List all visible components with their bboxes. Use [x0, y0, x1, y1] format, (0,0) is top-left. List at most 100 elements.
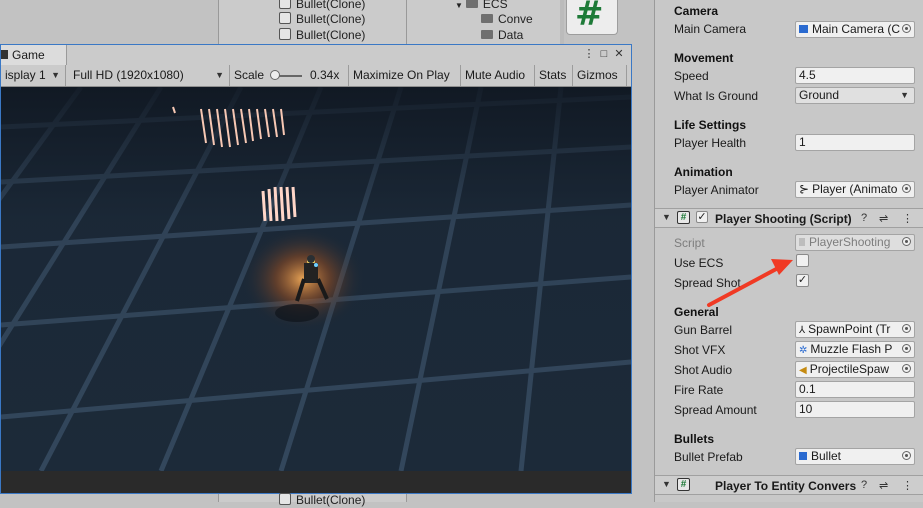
- camera-icon: [799, 25, 808, 33]
- object-picker-icon[interactable]: [902, 24, 911, 33]
- particle-system-icon: ✲: [799, 345, 808, 356]
- preset-icon[interactable]: ⇌: [879, 479, 888, 492]
- object-picker-icon[interactable]: [902, 364, 911, 373]
- player-health-label: Player Health: [674, 136, 747, 150]
- audio-source-icon: ◀: [799, 365, 807, 376]
- gameobject-icon: [279, 28, 291, 40]
- inspector-panel: Camera Main Camera Main Camera (C Moveme…: [654, 0, 923, 502]
- script-field: PlayerShooting: [795, 234, 915, 251]
- foldout-arrow-icon[interactable]: ▼: [662, 479, 671, 489]
- game-toolbar: isplay 1 ▼ Full HD (1920x1080) ▼ Scale 0.3…: [1, 65, 631, 87]
- help-icon[interactable]: ?: [861, 479, 867, 491]
- component-enabled-checkbox[interactable]: ✓: [696, 211, 708, 223]
- resolution-dropdown[interactable]: Full HD (1920x1080) ▼: [66, 65, 230, 86]
- script-label: Script: [674, 236, 705, 250]
- game-footer: [1, 471, 631, 493]
- scale-slider-handle[interactable]: [270, 70, 280, 80]
- shot-audio-label: Shot Audio: [674, 363, 733, 377]
- camera-header: Camera: [674, 4, 719, 18]
- tab-game[interactable]: Game: [1, 45, 67, 66]
- script-asset-icon: [799, 238, 805, 246]
- maximize-on-play-toggle[interactable]: Maximize On Play: [349, 65, 461, 86]
- player-health-field[interactable]: 1: [795, 134, 915, 151]
- gameobject-icon: [279, 493, 291, 505]
- project-folder[interactable]: Conve: [481, 11, 533, 27]
- game-view-icon: [1, 50, 8, 59]
- project-scrollbar[interactable]: [560, 0, 564, 44]
- scale-control[interactable]: Scale 0.34x: [230, 65, 349, 86]
- csharp-script-icon[interactable]: #: [566, 0, 618, 35]
- foldout-arrow-icon[interactable]: ▼: [662, 212, 671, 222]
- context-menu-icon[interactable]: ⋮: [902, 212, 913, 225]
- editor-background: [0, 0, 218, 44]
- game-tab-bar: Game ⋮ □ ✕: [1, 45, 631, 66]
- player-animator-field[interactable]: ⊱ Player (Animato: [795, 181, 915, 198]
- script-component-icon: #: [677, 478, 690, 491]
- project-folder[interactable]: Data: [481, 27, 523, 43]
- chevron-down-icon: ▼: [51, 70, 60, 80]
- fire-rate-field[interactable]: 0.1: [795, 381, 915, 398]
- speed-field[interactable]: 4.5: [795, 67, 915, 84]
- maximize-icon[interactable]: □: [598, 48, 610, 60]
- main-camera-label: Main Camera: [674, 22, 747, 36]
- close-icon[interactable]: ✕: [613, 48, 625, 60]
- use-ecs-checkbox[interactable]: [796, 254, 809, 267]
- game-viewport[interactable]: [1, 87, 631, 471]
- fire-rate-label: Fire Rate: [674, 383, 724, 397]
- hierarchy-item[interactable]: Bullet(Clone): [279, 492, 365, 508]
- gun-barrel-field[interactable]: ⅄ SpawnPoint (Tr: [795, 321, 915, 338]
- what-is-ground-label: What Is Ground: [674, 89, 759, 103]
- movement-header: Movement: [674, 51, 734, 65]
- animation-header: Animation: [674, 165, 733, 179]
- animator-icon: ⊱: [799, 182, 810, 196]
- shot-vfx-field[interactable]: ✲ Muzzle Flash P: [795, 341, 915, 358]
- game-window: Game ⋮ □ ✕ isplay 1 ▼ Full HD (1920x1080)…: [0, 44, 632, 494]
- scene-render: [1, 87, 631, 471]
- object-picker-icon: [902, 237, 911, 246]
- help-icon[interactable]: ?: [861, 212, 867, 224]
- player-animator-label: Player Animator: [674, 183, 759, 197]
- object-picker-icon[interactable]: [902, 451, 911, 460]
- mute-audio-toggle[interactable]: Mute Audio: [461, 65, 535, 86]
- hierarchy-item[interactable]: Bullet(Clone): [279, 27, 365, 43]
- folder-icon: [481, 14, 493, 23]
- script-component-icon: #: [677, 211, 690, 224]
- gizmos-toggle[interactable]: Gizmos: [573, 65, 627, 86]
- preset-icon[interactable]: ⇌: [879, 212, 888, 225]
- player-to-entity-component-header[interactable]: ▼ # Player To Entity Convers ? ⇌ ⋮: [655, 475, 923, 495]
- what-is-ground-dropdown[interactable]: Ground ▼: [795, 87, 915, 104]
- chevron-down-icon: ▼: [900, 90, 909, 100]
- object-picker-icon[interactable]: [902, 184, 911, 193]
- general-header: General: [674, 305, 719, 319]
- spread-shot-label: Spread Shot: [674, 276, 741, 290]
- hierarchy-item[interactable]: Bullet(Clone): [279, 11, 365, 27]
- object-picker-icon[interactable]: [902, 344, 911, 353]
- folder-icon: [465, 0, 478, 8]
- bullets-header: Bullets: [674, 432, 715, 446]
- player-shadow: [275, 304, 319, 322]
- shot-audio-field[interactable]: ◀ ProjectileSpaw: [795, 361, 915, 378]
- spread-amount-field[interactable]: 10: [795, 401, 915, 418]
- hierarchy-panel: Bullet(Clone) Bullet(Clone) Bullet(Clone…: [218, 0, 407, 44]
- display-dropdown[interactable]: isplay 1 ▼: [1, 65, 66, 86]
- expand-arrow-icon[interactable]: ▼: [455, 1, 463, 10]
- hierarchy-panel-bottom: Bullet(Clone): [218, 493, 407, 507]
- bullet-prefab-field[interactable]: Bullet: [795, 448, 915, 465]
- speed-label: Speed: [674, 69, 709, 83]
- context-menu-icon[interactable]: ⋮: [902, 479, 913, 492]
- main-camera-field[interactable]: Main Camera (C: [795, 21, 915, 38]
- player-shooting-component-header[interactable]: ▼ # ✓ Player Shooting (Script) ? ⇌ ⋮: [655, 208, 923, 228]
- more-options-icon[interactable]: ⋮: [583, 48, 595, 60]
- object-picker-icon[interactable]: [902, 324, 911, 333]
- gameobject-icon: [279, 12, 291, 24]
- shot-vfx-label: Shot VFX: [674, 343, 726, 357]
- stats-toggle[interactable]: Stats: [535, 65, 573, 86]
- prefab-icon: [799, 452, 807, 460]
- chevron-down-icon: ▼: [215, 70, 224, 80]
- transform-icon: ⅄: [799, 325, 806, 336]
- life-settings-header: Life Settings: [674, 118, 747, 132]
- gameobject-icon: [279, 0, 291, 9]
- panel-gap: [632, 0, 654, 502]
- bullet-prefab-label: Bullet Prefab: [674, 450, 743, 464]
- spread-shot-checkbox[interactable]: ✓: [796, 274, 809, 287]
